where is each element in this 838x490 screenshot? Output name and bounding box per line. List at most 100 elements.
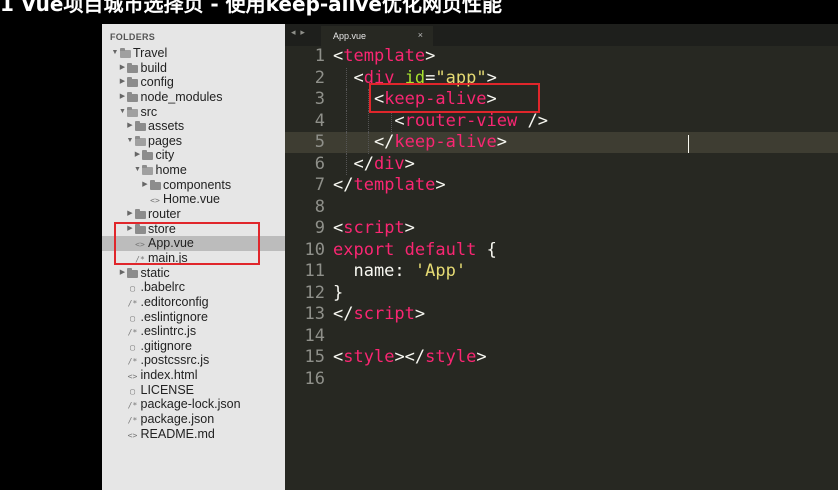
tree-item-label: city	[155, 148, 175, 163]
code-line[interactable]: <script>	[333, 218, 833, 240]
tree-item-app-vue[interactable]: <> App.vue	[102, 236, 285, 251]
tree-item-travel[interactable]: ▼ Travel	[102, 46, 285, 61]
folder-icon	[142, 148, 154, 163]
tree-item-router[interactable]: ▶ router	[102, 207, 285, 222]
line-number: 7	[314, 175, 325, 195]
code-line[interactable]: <router-view />	[333, 110, 833, 132]
tree-item-components[interactable]: ▶ components	[102, 178, 285, 193]
code-token: export	[333, 239, 395, 260]
line-number: 10	[304, 239, 325, 260]
code-token: template	[353, 175, 436, 195]
disclosure-open-icon[interactable]: ▼	[111, 46, 119, 61]
code-token: default	[404, 239, 477, 260]
tree-item-label: .eslintrc.js	[140, 324, 197, 339]
code-token: >	[404, 218, 415, 238]
tree-item-pages[interactable]: ▼ pages	[102, 134, 285, 149]
code-line[interactable]: </keep-alive>	[333, 132, 833, 154]
code-area[interactable]: <template> <div id="app"> <keep-alive> <…	[333, 46, 833, 390]
tree-item-package-json[interactable]: /* package.json	[102, 412, 285, 427]
tree-item-readme-md[interactable]: <> README.md	[102, 427, 285, 442]
tab-app-vue[interactable]: App.vue ×	[321, 26, 433, 46]
disclosure-closed-icon[interactable]: ▶	[126, 207, 134, 222]
tree-item-postcssrc-js[interactable]: /* .postcssrc.js	[102, 353, 285, 368]
code-line[interactable]: <template>	[333, 46, 833, 68]
disclosure-closed-icon[interactable]: ▶	[119, 266, 127, 281]
code-line[interactable]: <keep-alive>	[333, 89, 833, 111]
code-token: >	[496, 132, 508, 152]
code-token: <	[333, 347, 344, 367]
folder-icon	[142, 163, 154, 178]
tree-item-main-js[interactable]: /* main.js	[102, 251, 285, 266]
disclosure-open-icon[interactable]: ▼	[134, 163, 142, 178]
tree-item-eslintrc-js[interactable]: /* .eslintrc.js	[102, 324, 285, 339]
code-line[interactable]: </template>	[333, 175, 833, 197]
indent-guide	[368, 132, 369, 154]
tree-item-label: store	[148, 221, 176, 236]
tree-item-eslintignore[interactable]: ▢ .eslintignore	[102, 310, 285, 325]
code-line[interactable]: export default {	[333, 240, 833, 262]
code-token: div	[373, 153, 405, 174]
tab-bar: ◂ ▸ App.vue ×	[285, 24, 838, 46]
line-number: 6	[314, 153, 325, 174]
code-token: >	[476, 347, 487, 367]
tree-item-label: .babelrc	[140, 280, 185, 295]
sidebar: FOLDERS ▼ Travel ▶ build ▶ config ▶ node_module…	[102, 24, 285, 490]
code-token: =	[425, 67, 436, 88]
tree-item-build[interactable]: ▶ build	[102, 61, 285, 76]
code-line[interactable]: }	[333, 283, 833, 305]
disclosure-closed-icon[interactable]: ▶	[141, 178, 149, 193]
tree-item-home-vue[interactable]: <> Home.vue	[102, 192, 285, 207]
tree-item-label: Home.vue	[163, 192, 220, 207]
code-line[interactable]: </script>	[333, 304, 833, 326]
code-line[interactable]: <style></style>	[333, 347, 833, 369]
disclosure-closed-icon[interactable]: ▶	[126, 119, 134, 134]
tree-item-static[interactable]: ▶ static	[102, 266, 285, 281]
tree-item-assets[interactable]: ▶ assets	[102, 119, 285, 134]
disclosure-open-icon[interactable]: ▼	[119, 105, 127, 120]
tree-item-package-lock-json[interactable]: /* package-lock.json	[102, 397, 285, 412]
tab-label: App.vue	[333, 31, 367, 41]
tree-item-label: index.html	[140, 368, 198, 383]
tab-nav-arrows[interactable]: ◂ ▸	[291, 28, 306, 38]
code-editor[interactable]: ◂ ▸ App.vue × 1 2 3 4 5 6 7 8 9 10 11 12 13 14 15 16 <t…	[285, 24, 838, 490]
code-line[interactable]	[333, 197, 833, 219]
code-line[interactable]: name: 'App'	[333, 261, 833, 283]
tree-item-city[interactable]: ▶ city	[102, 148, 285, 163]
disclosure-open-icon[interactable]: ▼	[126, 134, 134, 149]
tree-item-license[interactable]: ▢ LICENSE	[102, 383, 285, 398]
disclosure-closed-icon[interactable]: ▶	[126, 222, 134, 237]
code-line[interactable]	[333, 369, 833, 391]
tree-item-store[interactable]: ▶ store	[102, 222, 285, 237]
tree-item-config[interactable]: ▶ config	[102, 75, 285, 90]
code-token: >	[404, 153, 415, 174]
code-token: 'App'	[414, 261, 467, 281]
tree-item-babelrc[interactable]: ▢ .babelrc	[102, 280, 285, 295]
tree-item-label: static	[140, 265, 170, 280]
line-number: 14	[304, 325, 325, 346]
line-number: 1	[314, 46, 325, 66]
tree-item-home[interactable]: ▼ home	[102, 163, 285, 178]
code-token: name:	[333, 261, 415, 281]
disclosure-closed-icon[interactable]: ▶	[119, 61, 127, 76]
code-token: </	[333, 175, 354, 195]
disclosure-closed-icon[interactable]: ▶	[119, 75, 127, 90]
tree-item-label: router	[148, 207, 181, 222]
code-line[interactable]: <div id="app">	[333, 67, 833, 89]
tree-item-node-modules[interactable]: ▶ node_modules	[102, 90, 285, 105]
code-line[interactable]: </div>	[333, 153, 833, 175]
tree-item-label: main.js	[148, 250, 188, 265]
line-number: 13	[304, 304, 325, 324]
tree-item-label: build	[140, 60, 167, 75]
tree-item-src[interactable]: ▼ src	[102, 105, 285, 120]
tree-item-label: LICENSE	[140, 382, 195, 397]
code-token: "app"	[435, 67, 487, 88]
tree-item-editorconfig[interactable]: /* .editorconfig	[102, 295, 285, 310]
tree-item-index-html[interactable]: <> index.html	[102, 368, 285, 383]
tree-item-gitignore[interactable]: ▢ .gitignore	[102, 339, 285, 354]
disclosure-closed-icon[interactable]: ▶	[134, 148, 142, 163]
close-icon[interactable]: ×	[418, 30, 423, 40]
disclosure-closed-icon[interactable]: ▶	[119, 90, 127, 105]
tree-item-label: .postcssrc.js	[140, 353, 210, 368]
code-line[interactable]	[333, 326, 833, 348]
